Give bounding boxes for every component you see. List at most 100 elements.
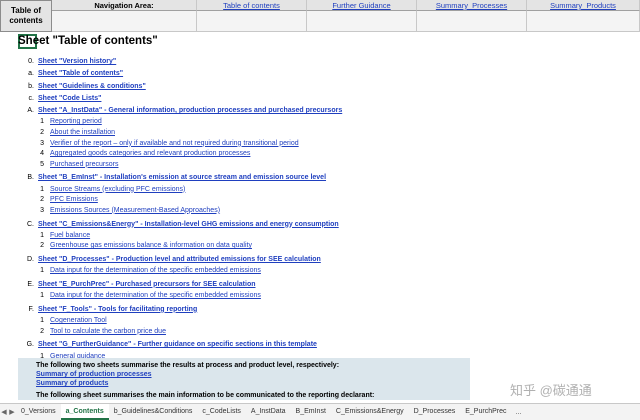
- sheet-tab[interactable]: c_CodeLists: [197, 404, 246, 420]
- more-tabs-button[interactable]: ...: [512, 409, 526, 416]
- tab-scroll-left-icon[interactable]: ◀: [0, 408, 8, 416]
- toc-subitem: 5 Purchased precursors: [24, 160, 624, 171]
- toc-subitem-link[interactable]: Data input for the determination of the …: [50, 291, 261, 302]
- toc-link[interactable]: Sheet "A_InstData" - General information…: [38, 105, 342, 117]
- toc-marker: A.: [27, 107, 34, 115]
- toc-marker: 0.: [28, 58, 34, 65]
- toc-subitem-number: 2: [40, 196, 44, 204]
- toc-subitem: 3 Emissions Sources (Measurement-Based Ap…: [24, 206, 624, 217]
- nav-empty-cell: [417, 11, 527, 32]
- watermark: 知乎 @碳通通: [510, 383, 592, 398]
- toc-item: c. Sheet "Code Lists": [24, 93, 624, 105]
- sheet-tab[interactable]: a_Contents: [60, 404, 109, 420]
- toc-subitem: 3 Verifier of the report – only if availa…: [24, 139, 624, 150]
- toc-subitem-link[interactable]: PFC Emissions: [50, 195, 98, 206]
- sheet-tab[interactable]: A_InstData: [246, 404, 291, 420]
- toc-subitem-link[interactable]: Fuel balance: [50, 231, 90, 242]
- summary-intro-2: The following sheet summarises the main …: [36, 392, 375, 399]
- summary-processes-link[interactable]: Summary of production processes: [36, 370, 470, 379]
- toc-subitem: 4 Aggregated goods categories and relevan…: [24, 149, 624, 160]
- toc-link[interactable]: Sheet "G_FurtherGuidance" - Further guid…: [38, 339, 317, 351]
- toc-link[interactable]: Sheet "B_EmInst" - Installation's emissi…: [38, 172, 326, 184]
- toc-subitem-number: 1: [40, 185, 44, 193]
- toc-subitem-link[interactable]: Data input for the determination of the …: [50, 266, 261, 277]
- nav-empty-cell: [197, 11, 307, 32]
- toc-item: 0. Sheet "Version history": [24, 56, 624, 68]
- toc-subitem-link[interactable]: Aggregated goods categories and relevant…: [50, 149, 250, 160]
- toc-marker: D.: [27, 256, 34, 264]
- sheet-tab[interactable]: E_PurchPrec: [460, 404, 511, 420]
- toc-subitem: 1 Reporting period: [24, 117, 624, 128]
- tab-scroll-right-icon[interactable]: ▶: [8, 408, 16, 416]
- toc-box[interactable]: Table of contents: [0, 0, 52, 32]
- toc-subitem: 1 Cogeneration Tool: [24, 316, 624, 327]
- nav-link-toc[interactable]: Table of contents: [197, 0, 307, 11]
- toc-subitem-number: 5: [40, 160, 44, 168]
- nav-empty-cell: [307, 11, 417, 32]
- toc-marker: c.: [28, 94, 34, 102]
- toc-subitem-link[interactable]: Purchased precursors: [50, 160, 118, 171]
- toc-subitem-number: 3: [40, 139, 44, 147]
- summary-intro: The following two sheets summarise the r…: [36, 362, 340, 369]
- toc-item: C. Sheet "C_Emissions&Energy" - Installat…: [24, 219, 624, 231]
- toc-link[interactable]: Sheet "C_Emissions&Energy" - Installatio…: [38, 219, 339, 231]
- toc-subitem-link[interactable]: Tool to calculate the carbon price due: [50, 327, 166, 338]
- summary-block: The following two sheets summarise the r…: [18, 358, 470, 400]
- toc-subitem: 1 Fuel balance: [24, 231, 624, 242]
- nav-link-summary-processes[interactable]: Summary_Processes: [417, 0, 527, 11]
- toc-subitem-link[interactable]: Reporting period: [50, 117, 102, 128]
- toc-marker: F.: [28, 305, 34, 313]
- toc-subitem-number: 2: [40, 327, 44, 335]
- toc-subitem-link[interactable]: About the installation: [50, 128, 115, 139]
- toc-subitem: 1 Source Streams (excluding PFC emissions…: [24, 185, 624, 196]
- toc-subitem: 2 PFC Emissions: [24, 195, 624, 206]
- sheet-tab[interactable]: 0_Versions: [16, 404, 61, 420]
- toc-link[interactable]: Sheet "F_Tools" - Tools for facilitating…: [38, 304, 197, 316]
- toc-subitem-link[interactable]: Greenhouse gas emissions balance & infor…: [50, 241, 252, 252]
- toc-item: a. Sheet "Table of contents": [24, 68, 624, 80]
- toc-link[interactable]: Sheet "D_Processes" - Production level a…: [38, 254, 321, 266]
- sheet-tab[interactable]: b_Guidelines&Conditions: [109, 404, 198, 420]
- toc-subitem: 2 Tool to calculate the carbon price due: [24, 327, 624, 338]
- toc-marker: a.: [28, 70, 34, 78]
- toc-marker: G.: [26, 341, 34, 349]
- toc-subitem: 2 About the installation: [24, 128, 624, 139]
- toc-link[interactable]: Sheet "Code Lists": [38, 93, 101, 105]
- toc-subitem-number: 4: [40, 150, 44, 158]
- toc-item: G. Sheet "G_FurtherGuidance" - Further gu…: [24, 339, 624, 351]
- toc-subitem-link[interactable]: Emissions Sources (Measurement-Based App…: [50, 206, 220, 217]
- toc-subitem: 1 Data input for the determination of the…: [24, 291, 624, 302]
- sheet-tab[interactable]: B_EmInst: [291, 404, 331, 420]
- toc-subitem-link[interactable]: Cogeneration Tool: [50, 316, 107, 327]
- navigation-area: Table of contents Navigation Area: Table…: [0, 0, 640, 32]
- toc-subitem-number: 1: [40, 317, 44, 325]
- toc-item: F. Sheet "F_Tools" - Tools for facilitati…: [24, 304, 624, 316]
- sheet-tab[interactable]: D_Processes: [409, 404, 461, 420]
- toc-subitem-number: 2: [40, 129, 44, 137]
- toc-link[interactable]: Sheet "E_PurchPrec" - Purchased precurso…: [38, 279, 256, 291]
- toc-subitem-number: 1: [40, 118, 44, 126]
- sheet-tab[interactable]: C_Emissions&Energy: [331, 404, 409, 420]
- toc-marker: E.: [27, 280, 34, 288]
- toc-subitem-link[interactable]: Source Streams (excluding PFC emissions): [50, 185, 185, 196]
- toc-box-label: Table of contents: [9, 6, 43, 25]
- table-of-contents: 0. Sheet "Version history" a. Sheet "Table …: [24, 56, 624, 396]
- page-title: Sheet "Table of contents": [18, 35, 158, 47]
- toc-subitem-link[interactable]: Verifier of the report – only if availab…: [50, 139, 299, 150]
- summary-products-link[interactable]: Summary of products: [36, 379, 470, 388]
- toc-marker: B.: [27, 174, 34, 182]
- sheet-tabs-bar: ◀ ▶ 0_Versions a_Contents b_Guidelines&Con…: [0, 403, 640, 420]
- toc-link[interactable]: Sheet "Guidelines & conditions": [38, 81, 146, 93]
- toc-subitem: 2 Greenhouse gas emissions balance & info…: [24, 241, 624, 252]
- toc-marker: C.: [27, 220, 34, 228]
- nav-link-guidance[interactable]: Further Guidance: [307, 0, 417, 11]
- toc-item: E. Sheet "E_PurchPrec" - Purchased precur…: [24, 279, 624, 291]
- toc-subitem-number: 3: [40, 206, 44, 214]
- toc-link[interactable]: Sheet "Version history": [38, 56, 116, 68]
- toc-item: D. Sheet "D_Processes" - Production level…: [24, 254, 624, 266]
- nav-link-summary-products[interactable]: Summary_Products: [527, 0, 640, 11]
- toc-marker: b.: [28, 82, 34, 90]
- toc-subitem-number: 1: [40, 292, 44, 300]
- toc-link[interactable]: Sheet "Table of contents": [38, 68, 123, 80]
- toc-item: B. Sheet "B_EmInst" - Installation's emis…: [24, 172, 624, 184]
